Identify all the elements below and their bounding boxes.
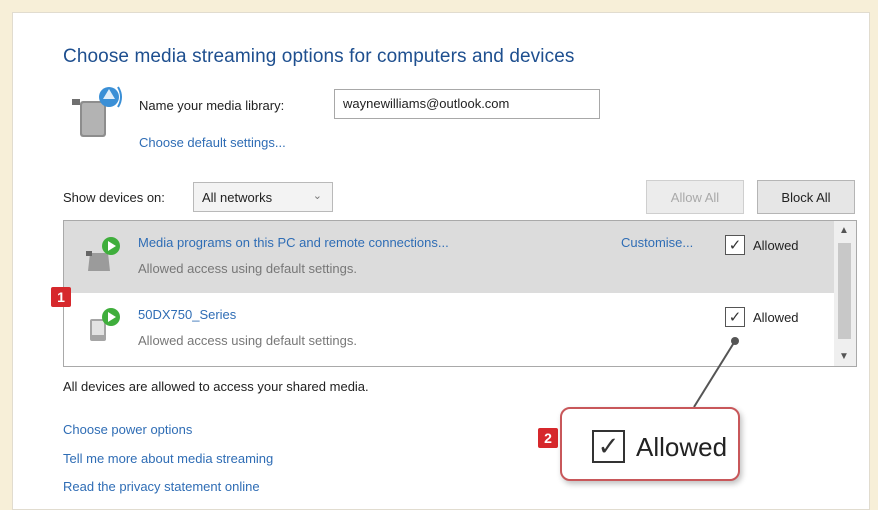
device-row[interactable]: Media programs on this PC and remote con… [64, 221, 834, 293]
allow-all-button[interactable]: Allow All [646, 180, 744, 214]
device-list: Media programs on this PC and remote con… [63, 220, 857, 367]
callout-checkbox: ✓ [592, 430, 625, 463]
allowed-checkbox[interactable]: ✓ [725, 307, 745, 327]
block-all-button[interactable]: Block All [757, 180, 855, 214]
privacy-statement-link[interactable]: Read the privacy statement online [63, 479, 260, 494]
allowed-label: Allowed [753, 310, 799, 325]
callout-label: Allowed [636, 432, 728, 462]
device-name[interactable]: Media programs on this PC and remote con… [138, 235, 449, 250]
show-devices-label: Show devices on: [63, 190, 165, 205]
scroll-up-icon[interactable]: ▲ [839, 225, 849, 236]
device-status: Allowed access using default settings. [138, 261, 357, 276]
zoom-callout: ✓ Allowed [560, 407, 740, 481]
choose-default-settings-link[interactable]: Choose default settings... [139, 135, 286, 150]
allowed-label: Allowed [753, 238, 799, 253]
device-status: Allowed access using default settings. [138, 333, 357, 348]
library-name-label: Name your media library: [139, 98, 285, 113]
customise-link[interactable]: Customise... [621, 235, 693, 250]
media-library-icon [72, 86, 122, 137]
page-title: Choose media streaming options for compu… [63, 46, 575, 67]
device-row[interactable]: 50DX750_Series Allowed access using defa… [64, 293, 834, 365]
chevron-down-icon: ⌄ [312, 190, 322, 202]
network-dropdown-value: All networks [202, 190, 273, 205]
network-dropdown[interactable]: All networks ⌄ [193, 182, 333, 212]
scrollbar-thumb[interactable] [838, 243, 851, 339]
device-name[interactable]: 50DX750_Series [138, 307, 236, 322]
tv-device-icon [90, 308, 120, 341]
allowed-checkbox[interactable]: ✓ [725, 235, 745, 255]
annotation-badge-2: 2 [538, 428, 558, 448]
library-name-input[interactable]: waynewilliams@outlook.com [334, 89, 600, 119]
scroll-down-icon[interactable]: ▼ [839, 351, 849, 362]
media-streaming-info-link[interactable]: Tell me more about media streaming [63, 451, 273, 466]
annotation-badge-1: 1 [51, 287, 71, 307]
power-options-link[interactable]: Choose power options [63, 422, 192, 437]
list-scrollbar[interactable]: ▲ ▼ [834, 221, 856, 366]
media-programs-icon [86, 237, 120, 271]
sharing-status: All devices are allowed to access your s… [63, 379, 369, 394]
